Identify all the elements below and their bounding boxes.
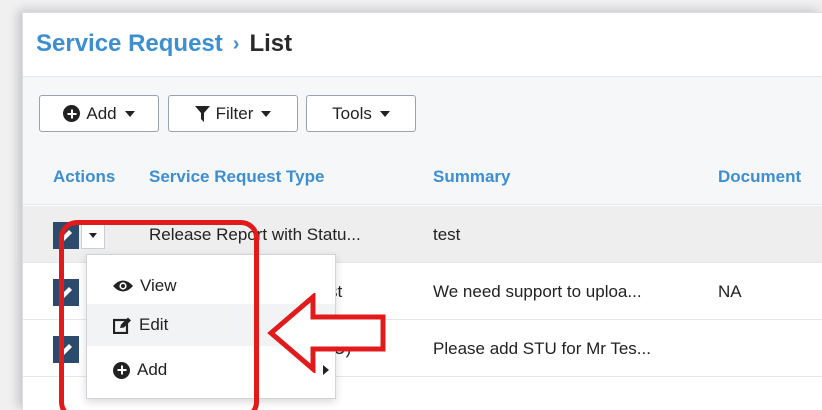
- cell-summary: We need support to uploa...: [433, 282, 642, 301]
- chevron-down-icon: [261, 110, 272, 117]
- cell-summary: Please add STU for Mr Tes...: [433, 339, 651, 358]
- annotation-highlight-box: [59, 220, 259, 410]
- breadcrumb-current: List: [249, 30, 293, 57]
- cell-document: NA: [718, 282, 742, 301]
- tools-dropdown-button[interactable]: Tools: [306, 95, 416, 132]
- cell-summary: test: [433, 225, 461, 244]
- column-header-actions[interactable]: Actions: [53, 167, 115, 187]
- filter-button-label: Filter: [215, 103, 254, 123]
- breadcrumb-separator: ›: [232, 32, 240, 55]
- chevron-down-icon: [124, 110, 135, 117]
- add-button-label: Add: [86, 103, 117, 123]
- plus-circle-icon: [63, 105, 81, 122]
- tools-button-label: Tools: [332, 103, 372, 123]
- column-header-document[interactable]: Document: [718, 167, 801, 187]
- filter-dropdown-button[interactable]: Filter: [168, 95, 298, 132]
- screenshot-frame: Service Request › List Add Filter Tools: [0, 0, 822, 410]
- table-header: Actions Service Request Type Summary Doc…: [23, 149, 822, 205]
- toolbar: Add Filter Tools: [23, 77, 822, 149]
- breadcrumb-parent-link[interactable]: Service Request: [36, 30, 223, 58]
- add-dropdown-button[interactable]: Add: [39, 95, 159, 132]
- annotation-arrow: [267, 293, 386, 373]
- filter-icon: [194, 105, 210, 122]
- service-request-panel: Service Request › List Add Filter Tools: [22, 12, 822, 410]
- column-header-summary[interactable]: Summary: [433, 167, 510, 187]
- breadcrumb: Service Request › List: [36, 30, 292, 58]
- page-header: Service Request › List: [23, 13, 822, 77]
- chevron-down-icon: [379, 110, 390, 117]
- column-header-service-request-type[interactable]: Service Request Type: [149, 167, 324, 187]
